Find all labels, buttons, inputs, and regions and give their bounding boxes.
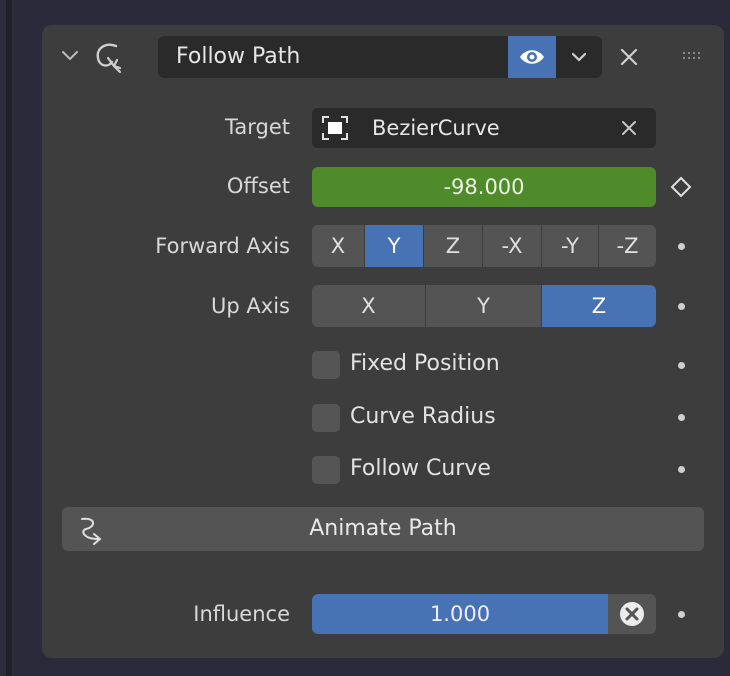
left-edge-divider — [6, 0, 12, 676]
up-axis-x[interactable]: X — [312, 285, 425, 327]
forward-axis-x[interactable]: X — [312, 225, 364, 267]
disable-keep-transform-button[interactable] — [608, 594, 656, 634]
forward-axis-neg-y[interactable]: -Y — [542, 225, 598, 267]
keyframe-diamond-icon[interactable] — [670, 176, 692, 198]
curve-radius-checkbox[interactable] — [312, 404, 340, 432]
keyframe-dot-icon[interactable] — [678, 243, 685, 250]
drag-handle-icon[interactable] — [682, 50, 704, 62]
influence-slider[interactable]: 1.000 — [312, 594, 608, 634]
influence-value: 1.000 — [429, 602, 491, 626]
offset-value: -98.000 — [443, 175, 525, 199]
offset-field[interactable]: -98.000 — [312, 167, 656, 207]
fixed-position-label[interactable]: Fixed Position — [350, 351, 500, 376]
forward-axis-neg-z[interactable]: -Z — [599, 225, 656, 267]
left-edge-strip — [0, 0, 14, 676]
forward-axis-neg-x[interactable]: -X — [483, 225, 541, 267]
keyframe-dot-icon[interactable] — [678, 611, 685, 618]
target-value: BezierCurve — [372, 116, 500, 140]
target-field[interactable]: BezierCurve — [312, 108, 656, 148]
chevron-down-icon[interactable] — [60, 46, 80, 66]
close-icon[interactable] — [618, 46, 640, 68]
curve-object-icon — [322, 116, 348, 140]
keyframe-dot-icon[interactable] — [678, 303, 685, 310]
animate-path-icon — [81, 517, 102, 545]
fixed-position-checkbox[interactable] — [312, 351, 340, 379]
forward-axis-y[interactable]: Y — [365, 225, 423, 267]
animate-path-button[interactable]: Animate Path — [62, 507, 704, 551]
eye-icon — [520, 50, 544, 64]
up-axis-label: Up Axis — [211, 294, 290, 318]
keyframe-dot-icon[interactable] — [678, 414, 685, 421]
animate-path-label: Animate Path — [309, 516, 457, 541]
curve-radius-label[interactable]: Curve Radius — [350, 404, 496, 429]
forward-axis-label: Forward Axis — [155, 234, 290, 258]
offset-label: Offset — [226, 174, 290, 198]
constraint-menu-button[interactable] — [556, 36, 602, 78]
up-axis-z[interactable]: Z — [542, 285, 656, 327]
follow-curve-checkbox[interactable] — [312, 456, 340, 484]
constraint-name-field[interactable]: Follow Path — [158, 36, 508, 78]
visibility-toggle[interactable] — [508, 36, 556, 78]
keyframe-dot-icon[interactable] — [678, 362, 685, 369]
target-label: Target — [225, 115, 290, 139]
follow-path-constraint-icon — [96, 43, 122, 74]
forward-axis-z[interactable]: Z — [424, 225, 482, 267]
follow-curve-label[interactable]: Follow Curve — [350, 456, 491, 481]
chevron-down-icon — [571, 52, 587, 62]
up-axis-selector: X Y Z — [312, 285, 656, 327]
up-axis-y[interactable]: Y — [426, 285, 541, 327]
keyframe-dot-icon[interactable] — [678, 466, 685, 473]
disable-keep-transform-icon — [620, 602, 644, 626]
influence-label: Influence — [193, 602, 290, 626]
close-icon[interactable] — [620, 119, 638, 137]
forward-axis-selector: X Y Z -X -Y -Z — [312, 225, 656, 267]
